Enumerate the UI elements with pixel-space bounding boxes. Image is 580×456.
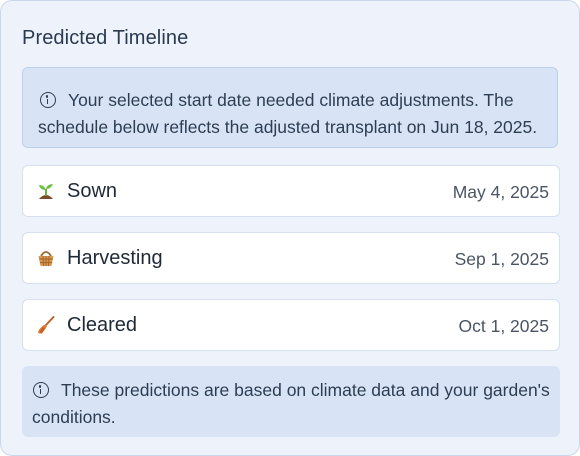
timeline-date: Sep 1, 2025: [454, 249, 549, 269]
disclaimer-text: These predictions are based on climate d…: [32, 380, 550, 427]
timeline-row-harvesting: Harvesting Sep 1, 2025: [22, 232, 560, 284]
predicted-timeline-panel: Predicted Timeline Your selected start d…: [0, 0, 580, 456]
panel-title: Predicted Timeline: [22, 27, 189, 49]
timeline-label: Harvesting: [67, 247, 163, 269]
basket-icon: [38, 251, 54, 267]
climate-adjustment-notice: Your selected start date needed climate …: [22, 67, 558, 148]
timeline-label: Cleared: [67, 314, 138, 336]
notice-text: Your selected start date needed climate …: [38, 90, 538, 137]
seedling-icon: [39, 184, 53, 199]
timeline-date: May 4, 2025: [452, 182, 549, 202]
prediction-disclaimer: These predictions are based on climate d…: [22, 366, 560, 437]
timeline-label: Sown: [67, 180, 118, 202]
broom-icon: [38, 316, 55, 334]
timeline-date: Oct 1, 2025: [458, 316, 549, 336]
timeline-row-cleared: Cleared Oct 1, 2025: [22, 299, 560, 351]
timeline-row-sown: Sown May 4, 2025: [22, 165, 560, 217]
